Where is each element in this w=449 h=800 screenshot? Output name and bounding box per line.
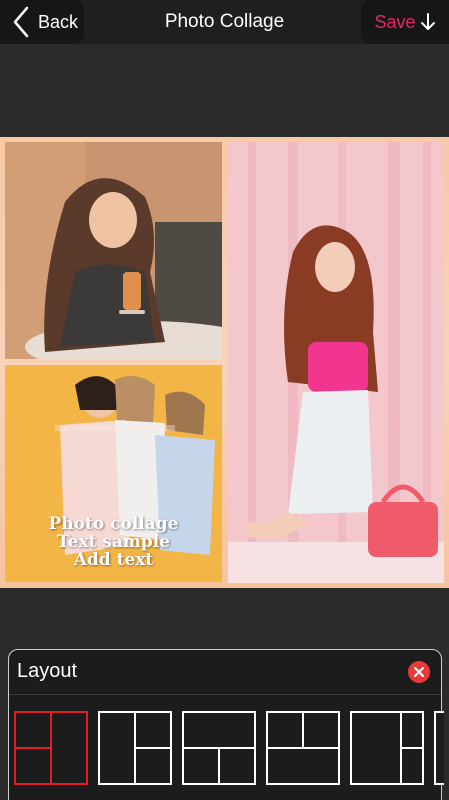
photo-woman-kneeling bbox=[228, 142, 444, 583]
collage-canvas[interactable]: Photo collage Text sample Add text bbox=[0, 137, 449, 588]
top-bar: Back Photo Collage Save bbox=[0, 0, 449, 44]
save-button[interactable]: Save bbox=[361, 0, 449, 44]
download-arrow-icon bbox=[420, 13, 435, 30]
page-title: Photo Collage bbox=[164, 11, 285, 32]
layout-panel: Layout bbox=[8, 649, 444, 800]
layout-divider bbox=[268, 747, 338, 749]
back-button[interactable]: Back bbox=[0, 0, 84, 44]
layout-divider bbox=[402, 747, 422, 749]
close-icon bbox=[414, 667, 424, 677]
overlay-text-line-3[interactable]: Add text bbox=[5, 551, 222, 570]
layout-divider bbox=[16, 747, 50, 749]
panel-divider bbox=[9, 694, 441, 695]
photo-slot-right[interactable] bbox=[228, 142, 444, 583]
layout-divider bbox=[218, 749, 220, 783]
back-label: Back bbox=[38, 11, 79, 32]
layout-option-6[interactable] bbox=[434, 711, 444, 785]
layout-option-4[interactable] bbox=[266, 711, 340, 785]
photo-collage-app: Back Photo Collage Save Photo collage Te… bbox=[0, 0, 449, 800]
photo-slot-bottom-left[interactable]: Photo collage Text sample Add text bbox=[5, 365, 222, 582]
close-panel-button[interactable] bbox=[408, 661, 430, 683]
layout-option-5[interactable] bbox=[350, 711, 424, 785]
layout-option-2[interactable] bbox=[98, 711, 172, 785]
save-label: Save bbox=[374, 11, 416, 32]
photo-slot-top-left[interactable] bbox=[5, 142, 222, 359]
layout-option-3[interactable] bbox=[182, 711, 256, 785]
layout-divider bbox=[302, 713, 304, 747]
layout-divider bbox=[50, 713, 52, 783]
layout-panel-title: Layout bbox=[17, 660, 78, 682]
layout-divider bbox=[136, 747, 170, 749]
photo-woman-with-drink bbox=[5, 142, 222, 359]
chevron-left-icon bbox=[13, 6, 29, 38]
layout-option-1[interactable] bbox=[14, 711, 88, 785]
